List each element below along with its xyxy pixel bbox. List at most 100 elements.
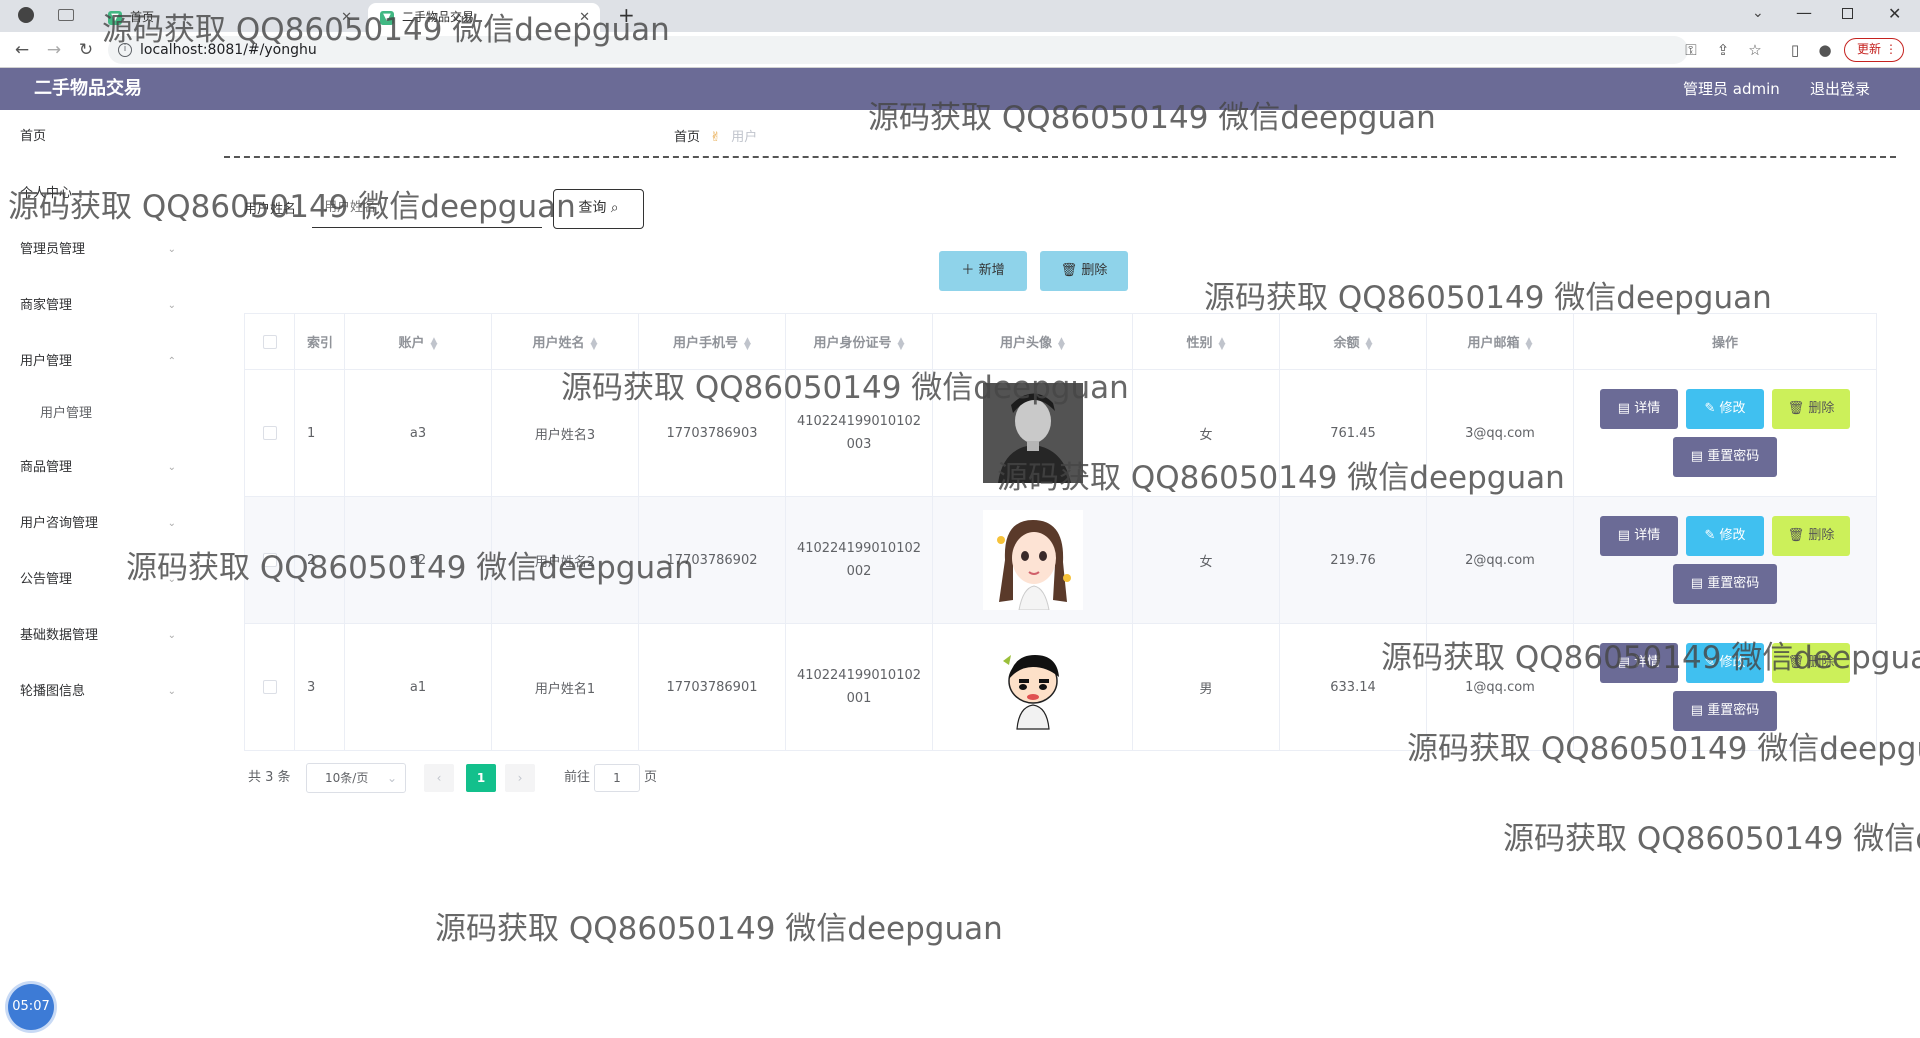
tab-active[interactable]: ▼ 二手物品交易 ✕	[368, 3, 600, 32]
edit-button[interactable]: ✎ 修改	[1686, 516, 1764, 556]
tab-overview-icon[interactable]	[58, 9, 74, 21]
column-header[interactable]: 用户身份证号 ▲ ▼	[785, 313, 933, 370]
side-panel-icon[interactable]: ▯	[1784, 38, 1806, 62]
sidebar-item-admin[interactable]: 管理员管理 ⌄	[20, 240, 190, 260]
url-field[interactable]: i localhost:8081/#/yonghu	[108, 36, 1688, 64]
column-header: 索引	[294, 313, 345, 370]
column-header[interactable]: 余额 ▲ ▼	[1279, 313, 1427, 370]
detail-button[interactable]: ▤ 详情	[1600, 389, 1678, 429]
key-icon[interactable]: ⚿	[1680, 38, 1702, 62]
table-row: 1 a3 用户姓名3 17703786903 410224199010102 00…	[244, 369, 1877, 497]
sort-icon[interactable]: ▲ ▼	[591, 336, 598, 351]
sidebar-subitem-users[interactable]: 用户管理	[40, 404, 210, 424]
email-cell: 2@qq.com	[1426, 496, 1574, 624]
chevron-down-icon: ⌄	[167, 300, 176, 311]
profile-icon[interactable]: ●	[1814, 38, 1836, 62]
sidebar-item-profile[interactable]: 个人中心	[20, 184, 190, 204]
avatar-cartoon-girl[interactable]	[982, 510, 1083, 610]
sort-icon[interactable]: ▲ ▼	[1526, 336, 1533, 351]
reset-password-button[interactable]: ▤ 重置密码	[1673, 564, 1777, 604]
row-checkbox[interactable]	[262, 680, 277, 694]
tab-home[interactable]: ▼ 首页 ✕	[96, 3, 362, 32]
avatar-cartoon-boy[interactable]	[982, 637, 1083, 737]
share-icon[interactable]: ⇪	[1712, 38, 1734, 62]
back-icon[interactable]: ←	[10, 38, 34, 62]
chevron-down-icon: ⌄	[167, 462, 176, 473]
bookmark-star-icon[interactable]: ☆	[1744, 38, 1766, 62]
select-all-checkbox[interactable]	[262, 334, 277, 349]
close-tab-icon[interactable]: ✕	[341, 3, 352, 32]
avatar-cell	[932, 623, 1133, 751]
floating-timer-badge[interactable]: 05:07	[8, 984, 54, 1030]
app-header: 二手物品交易 管理员 admin 退出登录	[0, 68, 1920, 110]
column-header[interactable]: 性别 ▲ ▼	[1132, 313, 1280, 370]
sort-icon[interactable]: ▲ ▼	[744, 336, 751, 351]
sidebar-item-basedata[interactable]: 基础数据管理 ⌄	[20, 626, 190, 646]
avatar-cell	[932, 369, 1133, 497]
next-page-button[interactable]: ›	[505, 764, 535, 792]
chevron-down-icon: ⌄	[167, 244, 176, 255]
edit-button[interactable]: ✎ 修改	[1686, 389, 1764, 429]
column-header[interactable]: 用户手机号 ▲ ▼	[638, 313, 786, 370]
breadcrumb-home[interactable]: 首页	[674, 130, 700, 145]
close-tab-icon[interactable]: ✕	[579, 3, 590, 32]
minimize-icon[interactable]: —	[1796, 3, 1812, 22]
detail-button[interactable]: ▤ 详情	[1600, 643, 1678, 683]
delete-button[interactable]: 🗑 删除	[1772, 643, 1850, 683]
prev-page-button[interactable]: ‹	[424, 764, 454, 792]
search-button[interactable]: 查询 ⌕	[553, 189, 644, 229]
sidebar-item-consult[interactable]: 用户咨询管理 ⌄	[20, 514, 190, 534]
tab-search-icon[interactable]: ⌄	[1752, 5, 1764, 21]
breadcrumb: 首页 ✌ 用户	[674, 128, 757, 148]
reset-password-button[interactable]: ▤ 重置密码	[1673, 437, 1777, 477]
operations-cell: ▤ 详情 ✎ 修改 🗑 删除 ▤ 重置密码	[1573, 369, 1877, 497]
sort-icon[interactable]: ▲ ▼	[431, 336, 438, 351]
browser-address-bar: ← → ↻ i localhost:8081/#/yonghu ⚿ ⇪ ☆ ▯ …	[0, 32, 1920, 68]
sort-icon[interactable]: ▲ ▼	[1219, 336, 1226, 351]
watermark-text: 源码获取 QQ86050149 微信deepguan	[435, 911, 1003, 947]
logout-link[interactable]: 退出登录	[1810, 68, 1870, 110]
search-label: 用户姓名	[244, 202, 297, 217]
reload-icon[interactable]: ↻	[74, 38, 98, 62]
page-number-current[interactable]: 1	[466, 764, 496, 792]
browser-update-button[interactable]: 更新 ⋮	[1844, 38, 1904, 62]
delete-button[interactable]: 🗑 删除	[1772, 389, 1850, 429]
avatar-photo[interactable]	[982, 383, 1083, 483]
sidebar-item-notice[interactable]: 公告管理 ⌄	[20, 570, 190, 590]
idcard-cell: 410224199010102 002	[785, 496, 933, 624]
close-window-icon[interactable]: ✕	[1888, 4, 1901, 23]
column-header[interactable]: 用户姓名 ▲ ▼	[491, 313, 639, 370]
search-input[interactable]	[312, 188, 542, 228]
delete-button[interactable]: 🗑 删除	[1772, 516, 1850, 556]
sort-icon[interactable]: ▲ ▼	[1058, 336, 1065, 351]
forward-icon[interactable]: →	[42, 38, 66, 62]
maximize-icon[interactable]	[1842, 8, 1853, 19]
document-icon: ▤	[1690, 703, 1708, 718]
sort-icon[interactable]: ▲ ▼	[1366, 336, 1373, 351]
site-info-icon[interactable]: i	[118, 43, 132, 57]
browser-menu-icon[interactable]	[18, 7, 34, 23]
page-size-select[interactable]: 10条/页 ⌄	[306, 763, 406, 793]
column-header[interactable]: 用户邮箱 ▲ ▼	[1426, 313, 1574, 370]
chevron-down-icon: ⌄	[386, 771, 397, 785]
batch-delete-button[interactable]: 🗑 删除	[1040, 251, 1128, 291]
sort-icon[interactable]: ▲ ▼	[898, 336, 905, 351]
edit-button[interactable]: ✎ 修改	[1686, 643, 1764, 683]
add-button[interactable]: ＋ 新增	[939, 251, 1027, 291]
pagination-total: 共 3 条	[248, 770, 291, 785]
row-checkbox[interactable]	[262, 553, 277, 567]
sidebar-item-goods[interactable]: 商品管理 ⌄	[20, 458, 190, 478]
reset-password-button[interactable]: ▤ 重置密码	[1673, 691, 1777, 731]
column-header[interactable]: 账户 ▲ ▼	[344, 313, 492, 370]
sidebar-item-merchant[interactable]: 商家管理 ⌄	[20, 296, 190, 316]
gender-cell: 女	[1132, 369, 1280, 497]
new-tab-icon[interactable]: +	[618, 3, 635, 27]
sidebar-item-home[interactable]: 首页	[20, 127, 190, 147]
sidebar-item-users[interactable]: 用户管理 ⌃	[20, 352, 190, 372]
avatar-cell	[932, 496, 1133, 624]
detail-button[interactable]: ▤ 详情	[1600, 516, 1678, 556]
sidebar-item-carousel[interactable]: 轮播图信息 ⌄	[20, 682, 190, 702]
goto-page-input[interactable]: 1	[594, 764, 640, 792]
row-checkbox[interactable]	[262, 426, 277, 440]
column-header[interactable]: 用户头像 ▲ ▼	[932, 313, 1133, 370]
